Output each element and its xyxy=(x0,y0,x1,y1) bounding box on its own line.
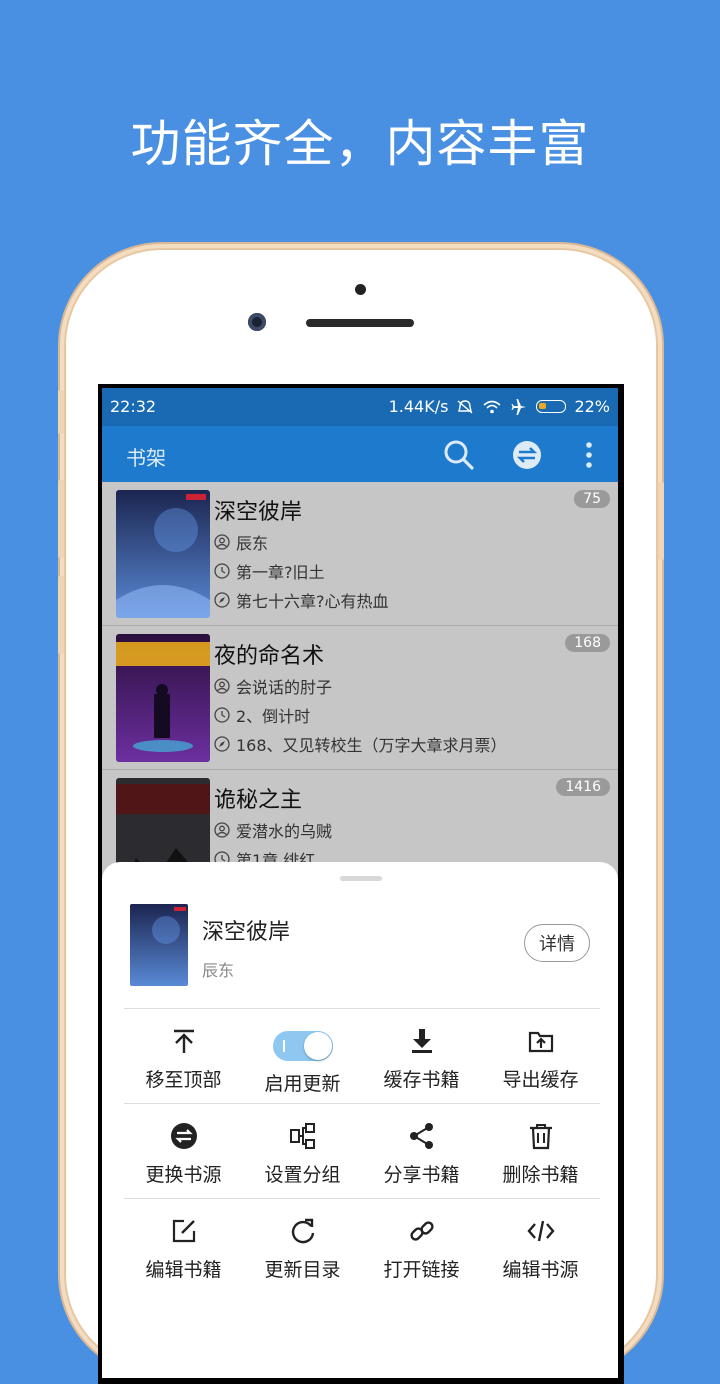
front-camera xyxy=(248,313,266,331)
clock-icon xyxy=(214,563,230,579)
sheet-book-author: 辰东 xyxy=(202,961,235,980)
swap-source-icon xyxy=(170,1123,197,1149)
delete-book-action[interactable]: 删除书籍 xyxy=(481,1104,600,1199)
more-vert-icon[interactable] xyxy=(572,438,606,472)
airplane-icon xyxy=(511,398,527,415)
book-author-row: 爱潜水的乌贼 xyxy=(214,818,332,842)
book-last-read: 2、倒计时 xyxy=(236,707,311,726)
action-row: 移至顶部 启用更新 缓存书籍 导出缓存 xyxy=(124,1008,600,1104)
status-time: 22:32 xyxy=(110,397,157,416)
change-source-action[interactable]: 更换书源 xyxy=(124,1104,243,1199)
book-latest-row: 168、又见转校生（万字大章求月票） xyxy=(214,732,507,756)
move-top-icon xyxy=(173,1029,194,1053)
export-cache-action[interactable]: 导出缓存 xyxy=(481,1009,600,1104)
book-last-read-row: 第一章?旧土 xyxy=(214,559,325,583)
detail-button[interactable]: 详情 xyxy=(524,924,590,962)
swap-source-icon[interactable] xyxy=(510,438,544,472)
group-icon xyxy=(289,1123,315,1149)
battery-icon xyxy=(536,400,567,413)
action-label: 缓存书籍 xyxy=(383,1069,460,1091)
toolbar-title: 书架 xyxy=(126,446,166,470)
bookshelf-list: 深空彼岸 辰东 第一章?旧土 第七十六章?心有热血 75 夜的命名术 会说话的肘… xyxy=(102,482,618,914)
sheet-book-cover xyxy=(130,904,188,986)
unread-count-badge: 75 xyxy=(574,490,610,508)
app-toolbar: 书架 xyxy=(102,426,618,482)
sheet-drag-handle[interactable] xyxy=(340,876,382,881)
action-label: 删除书籍 xyxy=(502,1164,579,1186)
proximity-sensor xyxy=(355,284,366,295)
person-icon xyxy=(214,534,230,550)
book-cover xyxy=(116,634,210,762)
book-latest-chapter: 168、又见转校生（万字大章求月票） xyxy=(236,736,507,755)
book-author: 辰东 xyxy=(236,534,269,553)
person-icon xyxy=(214,822,230,838)
action-label: 打开链接 xyxy=(383,1259,460,1281)
book-title: 夜的命名术 xyxy=(214,644,325,669)
action-row: 更换书源 设置分组 分享书籍 删除书籍 xyxy=(124,1103,600,1199)
action-label: 分享书籍 xyxy=(383,1164,460,1186)
action-label: 更新目录 xyxy=(264,1259,341,1281)
search-icon[interactable] xyxy=(442,438,476,472)
edit-icon xyxy=(172,1219,195,1243)
action-label: 启用更新 xyxy=(264,1073,341,1095)
enable-update-action[interactable]: 启用更新 xyxy=(243,1009,362,1104)
battery-level: 22% xyxy=(574,397,610,416)
book-last-read: 第一章?旧土 xyxy=(236,563,325,582)
book-item[interactable]: 夜的命名术 会说话的肘子 2、倒计时 168、又见转校生（万字大章求月票） 16… xyxy=(102,626,618,770)
book-last-read-row: 2、倒计时 xyxy=(214,703,310,727)
action-label: 更换书源 xyxy=(145,1164,222,1186)
book-author-row: 会说话的肘子 xyxy=(214,674,332,698)
compass-icon xyxy=(214,592,230,608)
wifi-icon xyxy=(483,400,501,413)
download-icon xyxy=(411,1029,432,1053)
compass-icon xyxy=(214,736,230,752)
person-icon xyxy=(214,678,230,694)
volume-up-button xyxy=(58,480,64,558)
bell-off-icon xyxy=(457,399,473,414)
cache-book-action[interactable]: 缓存书籍 xyxy=(362,1009,481,1104)
book-title: 诡秘之主 xyxy=(214,788,303,813)
export-folder-icon xyxy=(528,1031,553,1053)
book-author: 爱潜水的乌贼 xyxy=(236,822,333,841)
earpiece-speaker xyxy=(306,319,414,327)
link-icon xyxy=(409,1221,434,1241)
book-latest-row: 第七十六章?心有热血 xyxy=(214,588,389,612)
sheet-book-title: 深空彼岸 xyxy=(202,920,291,945)
book-action-sheet: 深空彼岸 辰东 详情 移至顶部 启用更新 缓存书籍 导出缓存 更换书源 设置分组… xyxy=(102,862,618,1378)
volume-down-button xyxy=(58,576,64,654)
share-book-action[interactable]: 分享书籍 xyxy=(362,1104,481,1199)
refresh-icon xyxy=(291,1218,314,1244)
enable-update-toggle[interactable] xyxy=(272,1031,333,1061)
network-speed: 1.44K/s xyxy=(388,397,449,416)
action-label: 设置分组 xyxy=(264,1164,341,1186)
book-latest-chapter: 第七十六章?心有热血 xyxy=(236,592,389,611)
promo-headline: 功能齐全，内容丰富 xyxy=(130,115,590,173)
status-bar: 22:32 1.44K/s 22% xyxy=(102,388,618,426)
book-cover xyxy=(116,490,210,618)
action-label: 编辑书籍 xyxy=(145,1259,222,1281)
code-icon xyxy=(526,1220,555,1242)
book-title: 深空彼岸 xyxy=(214,500,303,525)
action-label: 移至顶部 xyxy=(145,1069,222,1091)
mute-switch xyxy=(58,390,64,434)
share-icon xyxy=(409,1123,433,1149)
book-item[interactable]: 深空彼岸 辰东 第一章?旧土 第七十六章?心有热血 75 xyxy=(102,482,618,626)
action-label: 编辑书源 xyxy=(502,1259,579,1281)
trash-icon xyxy=(529,1124,552,1150)
phone-screen: 22:32 1.44K/s 22% 书架 深空彼岸 辰东 第一章?旧土 第七十六… xyxy=(98,384,624,1384)
action-label: 导出缓存 xyxy=(502,1069,579,1091)
power-button xyxy=(658,482,664,560)
unread-count-badge: 168 xyxy=(565,634,610,652)
move-top-action[interactable]: 移至顶部 xyxy=(124,1009,243,1104)
unread-count-badge: 1416 xyxy=(556,778,610,796)
set-group-action[interactable]: 设置分组 xyxy=(243,1104,362,1199)
clock-icon xyxy=(214,707,230,723)
phone-frame: 22:32 1.44K/s 22% 书架 深空彼岸 辰东 第一章?旧土 第七十六… xyxy=(58,250,664,1384)
book-author: 会说话的肘子 xyxy=(236,678,333,697)
book-author-row: 辰东 xyxy=(214,530,268,554)
